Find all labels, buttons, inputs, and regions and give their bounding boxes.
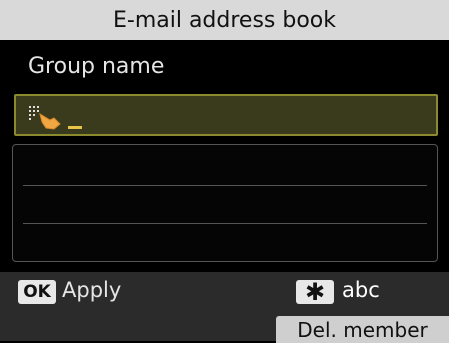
- pointer-hand-icon: [29, 106, 61, 130]
- apply-label: Apply: [62, 278, 122, 302]
- list-divider: [23, 223, 427, 224]
- footer-bar: OK Apply ✱ abc Del. member: [0, 272, 449, 343]
- asterisk-key-icon[interactable]: ✱: [296, 280, 334, 304]
- text-cursor: [68, 126, 82, 129]
- screen-title: E-mail address book: [0, 0, 449, 40]
- input-mode-label: abc: [342, 278, 380, 302]
- del-member-button[interactable]: Del. member: [276, 316, 449, 343]
- list-divider: [23, 185, 427, 186]
- ok-key-icon[interactable]: OK: [18, 280, 56, 304]
- group-name-input[interactable]: [14, 94, 438, 136]
- group-name-label: Group name: [28, 54, 165, 79]
- member-list[interactable]: [12, 144, 438, 262]
